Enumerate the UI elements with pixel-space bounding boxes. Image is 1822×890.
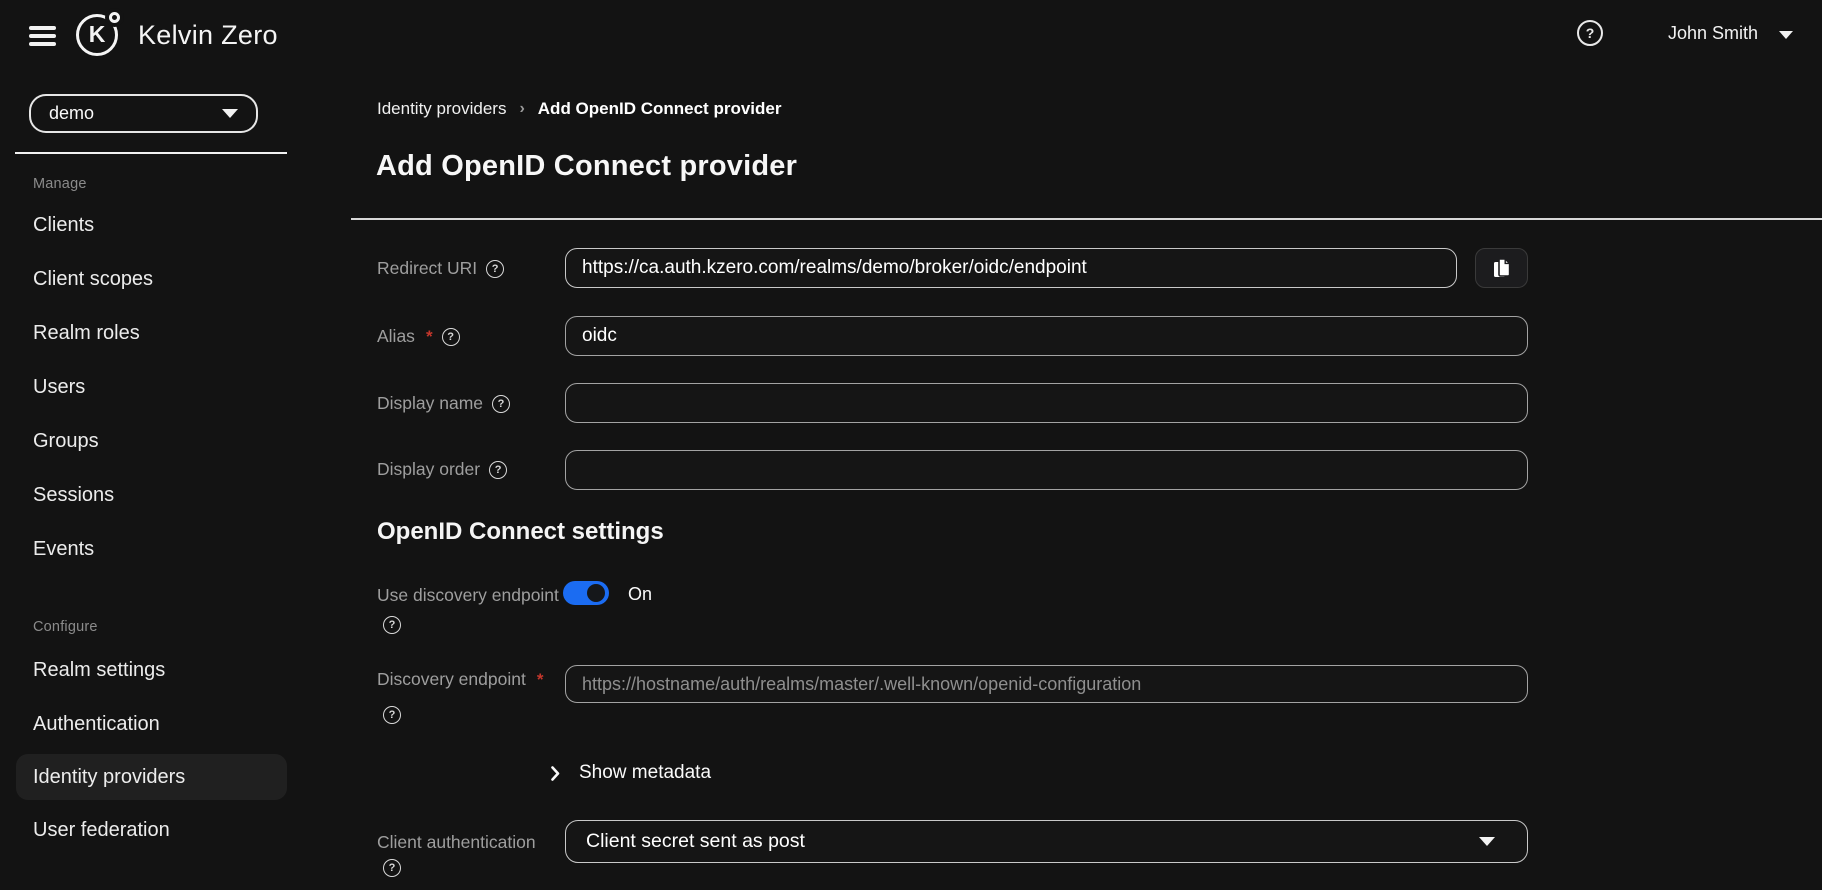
breadcrumb-separator-icon: › bbox=[519, 100, 525, 117]
chevron-right-icon bbox=[551, 765, 560, 781]
breadcrumb: Identity providers › Add OpenID Connect … bbox=[377, 99, 781, 119]
breadcrumb-identity-providers[interactable]: Identity providers bbox=[377, 99, 506, 119]
sidebar-section-configure: Configure bbox=[33, 619, 98, 635]
display-order-help-icon[interactable]: ? bbox=[489, 460, 508, 479]
client-authentication-select[interactable]: Client secret sent as post bbox=[565, 820, 1528, 863]
discovery-endpoint-label: Discovery endpoint * bbox=[377, 669, 544, 689]
app-window: K Kelvin Zero ? John Smith demo Manage C… bbox=[0, 0, 1822, 890]
redirect-uri-label: Redirect URI ? bbox=[377, 258, 505, 279]
kelvin-zero-logo-icon: K bbox=[76, 12, 120, 56]
display-name-label: Display name ? bbox=[377, 393, 511, 414]
realm-selector[interactable]: demo bbox=[29, 94, 258, 133]
sidebar-item-client-scopes[interactable]: Client scopes bbox=[16, 256, 287, 302]
sidebar-item-users[interactable]: Users bbox=[16, 364, 287, 410]
openid-settings-heading: OpenID Connect settings bbox=[377, 518, 664, 545]
logo-degree-mark bbox=[109, 12, 120, 23]
client-authentication-label: Client authentication bbox=[377, 832, 536, 852]
sidebar-divider bbox=[15, 152, 287, 154]
sidebar-item-user-federation[interactable]: User federation bbox=[16, 807, 287, 853]
copy-icon bbox=[1493, 258, 1510, 277]
required-marker: * bbox=[536, 669, 544, 689]
sidebar-item-authentication[interactable]: Authentication bbox=[16, 701, 287, 747]
sidebar-item-identity-providers[interactable]: Identity providers bbox=[16, 754, 287, 800]
show-metadata-expander[interactable]: Show metadata bbox=[551, 762, 711, 784]
client-authentication-value: Client secret sent as post bbox=[586, 830, 805, 852]
show-metadata-label: Show metadata bbox=[579, 762, 712, 783]
use-discovery-help-icon[interactable]: ? bbox=[383, 616, 401, 634]
alias-input[interactable] bbox=[565, 316, 1528, 356]
realm-selector-value: demo bbox=[49, 103, 95, 123]
page-title: Add OpenID Connect provider bbox=[376, 150, 798, 182]
sidebar-item-clients[interactable]: Clients bbox=[16, 202, 287, 248]
redirect-uri-help-icon[interactable]: ? bbox=[486, 259, 505, 278]
chevron-down-icon bbox=[222, 109, 238, 118]
user-menu-caret-icon[interactable] bbox=[1779, 31, 1793, 39]
use-discovery-toggle[interactable] bbox=[563, 581, 609, 605]
discovery-endpoint-help-icon[interactable]: ? bbox=[383, 706, 401, 724]
copy-button[interactable] bbox=[1475, 248, 1528, 288]
discovery-endpoint-input[interactable] bbox=[565, 665, 1528, 703]
title-divider bbox=[351, 218, 1822, 220]
redirect-uri-input[interactable] bbox=[565, 248, 1457, 288]
user-menu[interactable]: John Smith bbox=[1668, 23, 1758, 44]
breadcrumb-current: Add OpenID Connect provider bbox=[537, 99, 782, 118]
alias-help-icon[interactable]: ? bbox=[441, 327, 460, 346]
display-order-label: Display order ? bbox=[377, 459, 508, 480]
toggle-state-label: On bbox=[628, 584, 653, 604]
hamburger-menu-icon[interactable] bbox=[29, 26, 56, 46]
use-discovery-endpoint-label: Use discovery endpoint bbox=[377, 585, 559, 605]
required-marker: * bbox=[425, 326, 433, 346]
sidebar-section-manage: Manage bbox=[33, 176, 87, 192]
sidebar-item-events[interactable]: Events bbox=[16, 526, 287, 572]
alias-label: Alias * ? bbox=[377, 326, 460, 347]
help-icon[interactable]: ? bbox=[1577, 20, 1603, 46]
display-name-input[interactable] bbox=[565, 383, 1528, 423]
display-order-input[interactable] bbox=[565, 450, 1528, 490]
client-authentication-help-icon[interactable]: ? bbox=[383, 859, 401, 877]
brand-title: Kelvin Zero bbox=[138, 20, 278, 50]
sidebar-item-realm-settings[interactable]: Realm settings bbox=[16, 647, 287, 693]
sidebar-item-realm-roles[interactable]: Realm roles bbox=[16, 310, 287, 356]
display-name-help-icon[interactable]: ? bbox=[492, 394, 511, 413]
toggle-knob bbox=[587, 584, 605, 602]
sidebar-item-sessions[interactable]: Sessions bbox=[16, 472, 287, 518]
sidebar-item-groups[interactable]: Groups bbox=[16, 418, 287, 464]
chevron-down-icon bbox=[1479, 837, 1495, 846]
